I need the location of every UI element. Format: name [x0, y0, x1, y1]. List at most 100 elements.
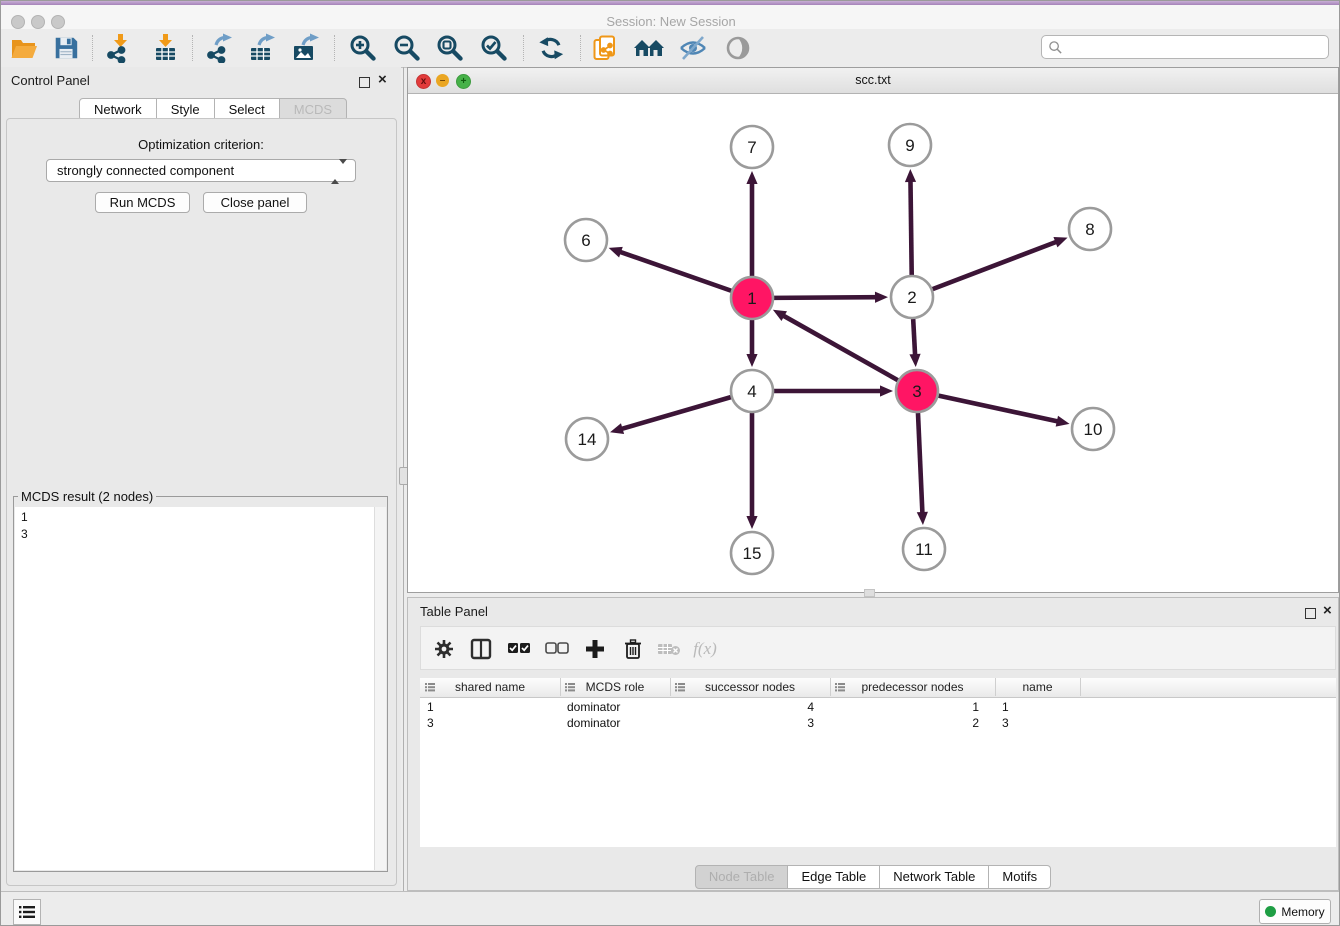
network-window-title: scc.txt — [408, 73, 1338, 87]
run-mcds-button[interactable]: Run MCDS — [95, 192, 190, 213]
import-table-icon — [151, 33, 181, 63]
app-titlebar: Session: New Session — [1, 5, 1340, 29]
delete-table-button — [655, 636, 683, 662]
node-label-7: 7 — [747, 138, 756, 157]
task-history-button[interactable] — [13, 899, 41, 925]
edge-1-6[interactable] — [619, 252, 731, 291]
add-row-button[interactable] — [581, 636, 609, 662]
column-header-name[interactable]: name — [995, 678, 1081, 696]
zoom-fit-icon — [435, 33, 465, 63]
float-table-panel-icon[interactable] — [1305, 606, 1316, 624]
edge-3-1[interactable] — [782, 315, 897, 380]
table-cell[interactable]: 1 — [830, 699, 995, 715]
table-cell[interactable]: 3 — [670, 715, 830, 731]
table-tab-edge-table[interactable]: Edge Table — [788, 865, 880, 889]
import-network-button[interactable] — [101, 31, 137, 65]
refresh-icon — [537, 34, 565, 62]
table-tabs: Node TableEdge TableNetwork TableMotifs — [408, 865, 1338, 887]
zoom-fit-button[interactable] — [432, 31, 468, 65]
control-panel-title: Control Panel — [11, 73, 90, 88]
close-table-panel-icon[interactable]: × — [1323, 606, 1332, 616]
close-panel-button[interactable]: Close panel — [203, 192, 307, 213]
control-panel: Control Panel × NetworkStyleSelectMCDS O… — [1, 67, 401, 891]
refresh-view-button[interactable] — [533, 31, 569, 65]
zoom-out-button[interactable] — [389, 31, 425, 65]
network-canvas[interactable]: 7968124314101511 — [408, 93, 1338, 592]
delete-row-button[interactable] — [619, 636, 647, 662]
table-cell[interactable]: 1 — [420, 699, 560, 715]
criterion-dropdown[interactable]: strongly connected component — [46, 159, 356, 182]
mcds-result-node: 1 — [21, 509, 386, 526]
table-cell[interactable]: 1 — [995, 699, 1080, 715]
toggle-column-button[interactable] — [467, 636, 495, 662]
node-label-2: 2 — [907, 288, 916, 307]
show-all-button[interactable] — [720, 31, 756, 65]
network-resize-handle[interactable] — [864, 589, 875, 597]
table-cell[interactable]: dominator — [560, 715, 670, 731]
select-all-button[interactable] — [505, 636, 533, 662]
edge-arrowhead — [1053, 237, 1067, 247]
open-folder-icon — [9, 33, 39, 63]
function-builder-button: f(x) — [691, 636, 719, 662]
edge-3-10[interactable] — [939, 396, 1059, 422]
node-label-1: 1 — [747, 289, 756, 308]
export-table-button[interactable] — [244, 31, 280, 65]
list-icon — [19, 905, 35, 919]
toolbar-separator — [334, 35, 335, 61]
table-cell[interactable]: 3 — [995, 715, 1080, 731]
edge-2-8[interactable] — [933, 241, 1058, 289]
toolbar-separator — [580, 35, 581, 61]
edge-arrowhead — [746, 171, 757, 184]
edge-1-2[interactable] — [774, 297, 877, 298]
edge-2-9[interactable] — [910, 180, 911, 275]
save-session-button[interactable] — [48, 31, 84, 65]
result-scrollbar[interactable] — [374, 507, 386, 870]
edge-3-11[interactable] — [918, 413, 922, 514]
export-network-button[interactable] — [201, 31, 237, 65]
deselect-all-button[interactable] — [543, 636, 571, 662]
column-header-shared-name[interactable]: shared name — [420, 678, 561, 696]
memory-button[interactable]: Memory — [1259, 899, 1331, 924]
houses-icon — [633, 33, 665, 63]
first-neighbors-button[interactable] — [631, 31, 667, 65]
table-tab-node-table[interactable]: Node Table — [695, 865, 789, 889]
search-field[interactable] — [1041, 35, 1329, 59]
table-cell[interactable]: dominator — [560, 699, 670, 715]
table-row[interactable]: 3dominator323 — [420, 715, 1336, 731]
attribute-icon — [675, 682, 685, 692]
table-cell[interactable]: 2 — [830, 715, 995, 731]
table-tab-motifs[interactable]: Motifs — [989, 865, 1051, 889]
export-image-button[interactable] — [288, 31, 324, 65]
checked-boxes-icon — [507, 642, 531, 656]
edge-arrowhead — [746, 354, 757, 367]
toolbar-separator — [523, 35, 524, 61]
mcds-result-list[interactable]: 13 — [15, 507, 386, 870]
table-settings-button[interactable] — [430, 636, 458, 662]
zoom-selected-button[interactable] — [476, 31, 512, 65]
open-session-button[interactable] — [6, 31, 42, 65]
import-table-button[interactable] — [148, 31, 184, 65]
control-panel-tabs: NetworkStyleSelectMCDS — [79, 98, 347, 119]
edge-arrowhead — [1056, 416, 1070, 427]
search-input[interactable] — [1063, 39, 1328, 55]
edge-2-3[interactable] — [913, 319, 915, 356]
network-graph[interactable]: 7968124314101511 — [408, 93, 1338, 592]
table-row[interactable]: 1dominator411 — [420, 699, 1336, 715]
table-cell[interactable]: 3 — [420, 715, 560, 731]
float-panel-icon[interactable] — [359, 75, 370, 93]
column-header-successor-nodes[interactable]: successor nodes — [670, 678, 831, 696]
hide-selected-button[interactable] — [675, 31, 711, 65]
edge-arrowhead — [909, 354, 920, 367]
clone-network-button[interactable] — [588, 31, 624, 65]
table-column-header: shared nameMCDS rolesuccessor nodesprede… — [420, 678, 1336, 698]
column-header-predecessor-nodes[interactable]: predecessor nodes — [830, 678, 996, 696]
close-panel-icon[interactable]: × — [378, 75, 387, 85]
table-cell[interactable]: 4 — [670, 699, 830, 715]
column-header-MCDS-role[interactable]: MCDS role — [560, 678, 671, 696]
zoom-in-icon — [348, 33, 378, 63]
network-window-titlebar[interactable]: x – + scc.txt — [408, 68, 1338, 94]
table-tab-network-table[interactable]: Network Table — [880, 865, 989, 889]
attribute-icon — [425, 682, 435, 692]
zoom-in-button[interactable] — [345, 31, 381, 65]
edge-4-14[interactable] — [621, 397, 731, 429]
